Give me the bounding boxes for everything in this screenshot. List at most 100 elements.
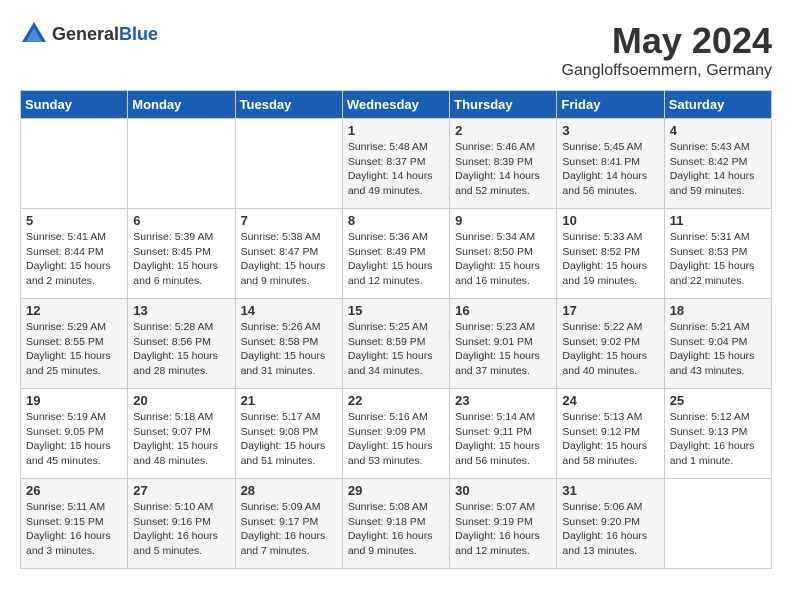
day-number: 5 (26, 213, 122, 228)
header-monday: Monday (128, 91, 235, 119)
day-number: 26 (26, 483, 122, 498)
calendar-cell: 1 Sunrise: 5:48 AM Sunset: 8:37 PM Daylig… (342, 119, 449, 209)
calendar-cell: 11 Sunrise: 5:31 AM Sunset: 8:53 PM Dayli… (664, 209, 771, 299)
day-info: Sunrise: 5:26 AM Sunset: 8:58 PM Dayligh… (241, 320, 337, 379)
week-row-4: 26Sunrise: 5:11 AM Sunset: 9:15 PM Dayli… (21, 479, 772, 569)
day-info: Sunrise: 5:39 AM Sunset: 8:45 PM Dayligh… (133, 230, 229, 289)
day-number: 20 (133, 393, 229, 408)
day-number: 18 (670, 303, 766, 318)
day-info: Sunrise: 5:08 AM Sunset: 9:18 PM Dayligh… (348, 500, 444, 559)
header-tuesday: Tuesday (235, 91, 342, 119)
month-year-title: May 2024 (562, 20, 772, 62)
calendar-cell: 12 Sunrise: 5:29 AM Sunset: 8:55 PM Dayli… (21, 299, 128, 389)
day-info: Sunrise: 5:36 AM Sunset: 8:49 PM Dayligh… (348, 230, 444, 289)
calendar-cell: 29 Sunrise: 5:08 AM Sunset: 9:18 PM Dayli… (342, 479, 449, 569)
calendar-cell: 17Sunrise: 5:22 AM Sunset: 9:02 PM Dayli… (557, 299, 664, 389)
day-info: Sunrise: 5:29 AM Sunset: 8:55 PM Dayligh… (26, 320, 122, 379)
day-number: 13 (133, 303, 229, 318)
logo-icon (20, 20, 48, 48)
day-number: 9 (455, 213, 551, 228)
day-info: Sunrise: 5:18 AM Sunset: 9:07 PM Dayligh… (133, 410, 229, 469)
day-info: Sunrise: 5:46 AM Sunset: 8:39 PM Dayligh… (455, 140, 551, 199)
day-info: Sunrise: 5:09 AM Sunset: 9:17 PM Dayligh… (241, 500, 337, 559)
week-row-0: 1 Sunrise: 5:48 AM Sunset: 8:37 PM Daylig… (21, 119, 772, 209)
day-number: 28 (241, 483, 337, 498)
calendar-cell: 4Sunrise: 5:43 AM Sunset: 8:42 PM Daylig… (664, 119, 771, 209)
calendar-cell: 9 Sunrise: 5:34 AM Sunset: 8:50 PM Daylig… (450, 209, 557, 299)
day-info: Sunrise: 5:45 AM Sunset: 8:41 PM Dayligh… (562, 140, 658, 199)
day-number: 21 (241, 393, 337, 408)
calendar-cell: 20 Sunrise: 5:18 AM Sunset: 9:07 PM Dayli… (128, 389, 235, 479)
day-number: 6 (133, 213, 229, 228)
day-info: Sunrise: 5:10 AM Sunset: 9:16 PM Dayligh… (133, 500, 229, 559)
day-number: 16 (455, 303, 551, 318)
day-number: 4 (670, 123, 766, 138)
day-number: 29 (348, 483, 444, 498)
day-info: Sunrise: 5:21 AM Sunset: 9:04 PM Dayligh… (670, 320, 766, 379)
calendar-cell: 28 Sunrise: 5:09 AM Sunset: 9:17 PM Dayli… (235, 479, 342, 569)
header-wednesday: Wednesday (342, 91, 449, 119)
day-number: 31 (562, 483, 658, 498)
day-number: 11 (670, 213, 766, 228)
calendar-cell (21, 119, 128, 209)
day-info: Sunrise: 5:31 AM Sunset: 8:53 PM Dayligh… (670, 230, 766, 289)
day-number: 25 (670, 393, 766, 408)
day-info: Sunrise: 5:06 AM Sunset: 9:20 PM Dayligh… (562, 500, 658, 559)
logo: GeneralBlue (20, 20, 158, 48)
logo-blue: Blue (119, 24, 158, 44)
calendar-cell: 21Sunrise: 5:17 AM Sunset: 9:08 PM Dayli… (235, 389, 342, 479)
calendar-cell: 31 Sunrise: 5:06 AM Sunset: 9:20 PM Dayli… (557, 479, 664, 569)
week-row-2: 12 Sunrise: 5:29 AM Sunset: 8:55 PM Dayli… (21, 299, 772, 389)
page-header: GeneralBlue May 2024 Gangloffsoemmern, G… (20, 20, 772, 80)
day-number: 8 (348, 213, 444, 228)
calendar-cell: 7 Sunrise: 5:38 AM Sunset: 8:47 PM Daylig… (235, 209, 342, 299)
day-info: Sunrise: 5:07 AM Sunset: 9:19 PM Dayligh… (455, 500, 551, 559)
day-info: Sunrise: 5:13 AM Sunset: 9:12 PM Dayligh… (562, 410, 658, 469)
header-row: SundayMondayTuesdayWednesdayThursdayFrid… (21, 91, 772, 119)
day-number: 27 (133, 483, 229, 498)
calendar-cell: 2Sunrise: 5:46 AM Sunset: 8:39 PM Daylig… (450, 119, 557, 209)
header-thursday: Thursday (450, 91, 557, 119)
calendar-cell: 22 Sunrise: 5:16 AM Sunset: 9:09 PM Dayli… (342, 389, 449, 479)
day-number: 22 (348, 393, 444, 408)
calendar-cell (235, 119, 342, 209)
day-number: 1 (348, 123, 444, 138)
calendar-table: SundayMondayTuesdayWednesdayThursdayFrid… (20, 90, 772, 569)
day-number: 12 (26, 303, 122, 318)
calendar-cell: 13 Sunrise: 5:28 AM Sunset: 8:56 PM Dayli… (128, 299, 235, 389)
calendar-cell: 30 Sunrise: 5:07 AM Sunset: 9:19 PM Dayli… (450, 479, 557, 569)
header-saturday: Saturday (664, 91, 771, 119)
day-number: 23 (455, 393, 551, 408)
day-info: Sunrise: 5:34 AM Sunset: 8:50 PM Dayligh… (455, 230, 551, 289)
calendar-cell: 15Sunrise: 5:25 AM Sunset: 8:59 PM Dayli… (342, 299, 449, 389)
calendar-cell: 14 Sunrise: 5:26 AM Sunset: 8:58 PM Dayli… (235, 299, 342, 389)
day-info: Sunrise: 5:12 AM Sunset: 9:13 PM Dayligh… (670, 410, 766, 469)
calendar-cell: 3 Sunrise: 5:45 AM Sunset: 8:41 PM Daylig… (557, 119, 664, 209)
week-row-1: 5Sunrise: 5:41 AM Sunset: 8:44 PM Daylig… (21, 209, 772, 299)
day-info: Sunrise: 5:23 AM Sunset: 9:01 PM Dayligh… (455, 320, 551, 379)
day-info: Sunrise: 5:33 AM Sunset: 8:52 PM Dayligh… (562, 230, 658, 289)
title-block: May 2024 Gangloffsoemmern, Germany (562, 20, 772, 80)
calendar-cell (128, 119, 235, 209)
day-number: 24 (562, 393, 658, 408)
week-row-3: 19Sunrise: 5:19 AM Sunset: 9:05 PM Dayli… (21, 389, 772, 479)
day-number: 7 (241, 213, 337, 228)
day-info: Sunrise: 5:48 AM Sunset: 8:37 PM Dayligh… (348, 140, 444, 199)
day-info: Sunrise: 5:28 AM Sunset: 8:56 PM Dayligh… (133, 320, 229, 379)
calendar-cell: 16 Sunrise: 5:23 AM Sunset: 9:01 PM Dayli… (450, 299, 557, 389)
calendar-cell: 6 Sunrise: 5:39 AM Sunset: 8:45 PM Daylig… (128, 209, 235, 299)
day-number: 3 (562, 123, 658, 138)
calendar-cell: 27 Sunrise: 5:10 AM Sunset: 9:16 PM Dayli… (128, 479, 235, 569)
calendar-cell: 24 Sunrise: 5:13 AM Sunset: 9:12 PM Dayli… (557, 389, 664, 479)
day-number: 14 (241, 303, 337, 318)
header-friday: Friday (557, 91, 664, 119)
header-sunday: Sunday (21, 91, 128, 119)
day-number: 17 (562, 303, 658, 318)
logo-general: General (52, 24, 119, 44)
location-title: Gangloffsoemmern, Germany (562, 62, 772, 80)
calendar-cell: 19Sunrise: 5:19 AM Sunset: 9:05 PM Dayli… (21, 389, 128, 479)
day-info: Sunrise: 5:16 AM Sunset: 9:09 PM Dayligh… (348, 410, 444, 469)
day-info: Sunrise: 5:38 AM Sunset: 8:47 PM Dayligh… (241, 230, 337, 289)
calendar-cell: 25 Sunrise: 5:12 AM Sunset: 9:13 PM Dayli… (664, 389, 771, 479)
day-number: 30 (455, 483, 551, 498)
